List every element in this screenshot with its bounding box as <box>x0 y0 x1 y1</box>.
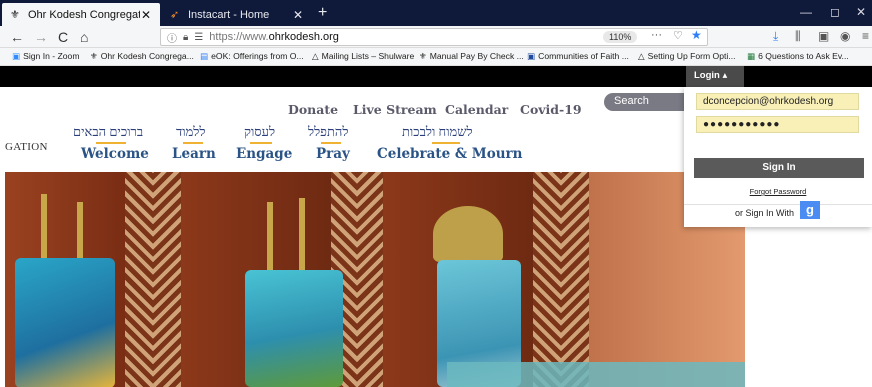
ohr-kodesh-logo-icon: ⚜ <box>419 51 427 61</box>
minimize-button[interactable]: — <box>800 5 812 19</box>
password-field[interactable]: ●●●●●●●●●●● <box>696 116 859 133</box>
menu-underline <box>321 142 341 144</box>
menu-learn-hebrew[interactable]: ללמוד <box>176 124 205 140</box>
forgot-password-link[interactable]: Forgot Password <box>684 187 872 196</box>
torah-finial <box>77 202 83 264</box>
menu-celebrate-hebrew[interactable]: לשמוח ולבכות <box>402 124 473 140</box>
browser-tab-strip: ⚜ Ohr Kodesh Congregation ✕ ➶ Instacart … <box>0 0 872 26</box>
pocket-icon[interactable]: ♡ <box>673 29 683 42</box>
torah-mantle <box>15 258 115 387</box>
ark-chevron-column <box>125 172 153 387</box>
faith-icon: ▣ <box>527 51 536 61</box>
sidebar-icon[interactable]: ▣ <box>818 29 829 43</box>
menu-pray-hebrew[interactable]: להתפלל <box>308 124 348 140</box>
bookmark-item[interactable]: ▦ 6 Questions to Ask Ev... <box>747 51 849 62</box>
download-icon[interactable]: ⤓ <box>773 29 778 44</box>
torah-finial <box>41 194 47 264</box>
tab-instacart[interactable]: ➶ Instacart - Home ✕ <box>162 3 312 26</box>
menu-celebrate-mourn[interactable]: Celebrate & Mourn <box>377 146 522 162</box>
menu-underline <box>432 142 460 144</box>
back-button[interactable]: ← <box>10 29 24 45</box>
info-icon[interactable]: ⓘ <box>167 30 177 45</box>
tab-title: Ohr Kodesh Congregation <box>28 8 140 21</box>
window-close-button[interactable]: ✕ <box>856 5 866 19</box>
torah-crown <box>433 206 503 262</box>
lock-icon[interactable]: 🔒︎ <box>183 32 188 43</box>
new-tab-button[interactable]: + <box>318 4 327 22</box>
triangle-icon: △ <box>638 51 645 61</box>
bookmark-item[interactable]: ⚜ Ohr Kodesh Congrega... <box>90 51 194 62</box>
spreadsheet-icon: ▦ <box>747 51 756 61</box>
menu-learn[interactable]: Learn <box>172 146 216 162</box>
menu-welcome-hebrew[interactable]: ברוכים הבאים <box>73 124 143 140</box>
bookmark-item[interactable]: ⚜ Manual Pay By Check ... <box>419 51 524 62</box>
menu-icon[interactable]: ≡ <box>862 29 869 43</box>
tab-ohr-kodesh[interactable]: ⚜ Ohr Kodesh Congregation ✕ <box>2 3 160 26</box>
tab-close-icon[interactable]: ✕ <box>140 8 152 22</box>
url-host: ohrkodesh.org <box>268 31 339 43</box>
hero-caption-band <box>447 362 745 387</box>
nav-donate[interactable]: Donate <box>288 102 338 117</box>
library-icon[interactable]: ⫼ <box>795 29 801 44</box>
login-button[interactable]: Login ▴ <box>686 66 744 87</box>
maximize-button[interactable]: ◻ <box>830 5 840 19</box>
sign-in-button[interactable]: Sign In <box>694 158 864 178</box>
torah-finial <box>299 198 305 274</box>
ohr-kodesh-logo-icon: ⚜ <box>10 9 20 21</box>
web-page: Donate Live Stream Calendar Covid-19 Sea… <box>0 66 872 387</box>
login-dropdown: dconcepcion@ohrkodesh.org ●●●●●●●●●●● Si… <box>684 87 872 227</box>
home-button[interactable]: ⌂ <box>80 29 88 45</box>
ark-chevron-column <box>357 172 383 387</box>
tab-title: Instacart - Home <box>188 8 270 21</box>
nav-live-stream[interactable]: Live Stream <box>353 102 437 117</box>
nav-covid-19[interactable]: Covid-19 <box>520 102 582 117</box>
menu-pray[interactable]: Pray <box>316 146 350 162</box>
forward-button[interactable]: → <box>34 29 48 45</box>
torah-finial <box>267 202 273 274</box>
hero-image-torah-ark <box>5 172 745 387</box>
email-field[interactable]: dconcepcion@ohrkodesh.org <box>696 93 859 110</box>
zoom-icon: ▣ <box>12 51 21 61</box>
url-scheme: https://www. <box>209 31 269 43</box>
nav-calendar[interactable]: Calendar <box>445 102 508 117</box>
menu-engage[interactable]: Engage <box>236 146 292 162</box>
bookmark-item[interactable]: ▤ eOK: Offerings from O... <box>200 51 304 62</box>
zoom-level[interactable]: 110% <box>603 31 638 43</box>
url-bar[interactable]: ⓘ 🔒︎ ☰ https://www. ohrkodesh.org 110% ··… <box>160 28 708 46</box>
ark-chevron-column <box>561 172 589 387</box>
document-icon: ▤ <box>200 51 209 61</box>
ohr-kodesh-logo-icon: ⚜ <box>90 51 98 61</box>
account-icon[interactable]: ◉ <box>840 29 850 43</box>
tab-close-icon[interactable]: ✕ <box>292 8 304 22</box>
instacart-carrot-icon: ➶ <box>170 9 180 21</box>
google-sign-in-icon[interactable]: g <box>800 201 820 219</box>
browser-nav-bar: ← → C ⌂ ⓘ 🔒︎ ☰ https://www. ohrkodesh.org… <box>0 26 872 48</box>
ark-chevron-column <box>153 172 181 387</box>
bookmark-item[interactable]: △ Mailing Lists – Shulware <box>312 51 414 62</box>
torah-mantle <box>245 270 343 387</box>
bookmark-star-icon[interactable]: ★ <box>691 28 702 42</box>
bookmarks-bar: ▣ Sign In - Zoom ⚜ Ohr Kodesh Congrega... … <box>0 48 872 66</box>
page-actions-menu-icon[interactable]: ··· <box>651 29 662 41</box>
bookmark-item[interactable]: ▣ Sign In - Zoom <box>12 51 79 62</box>
bookmark-item[interactable]: ▣ Communities of Faith ... <box>527 51 629 62</box>
or-sign-in-with-label: or Sign In With <box>735 208 795 218</box>
menu-engage-hebrew[interactable]: לעסוק <box>244 124 275 140</box>
menu-underline <box>183 142 203 144</box>
org-name: GATION <box>5 141 48 153</box>
ark-chevron-column <box>533 172 561 387</box>
bookmark-item[interactable]: △ Setting Up Form Opti... <box>638 51 736 62</box>
triangle-icon: △ <box>312 51 319 61</box>
permissions-icon[interactable]: ☰ <box>194 32 203 43</box>
menu-welcome[interactable]: Welcome <box>81 146 149 162</box>
menu-underline <box>96 142 126 144</box>
reload-button[interactable]: C <box>58 29 68 45</box>
menu-underline <box>250 142 272 144</box>
divider <box>684 204 872 205</box>
